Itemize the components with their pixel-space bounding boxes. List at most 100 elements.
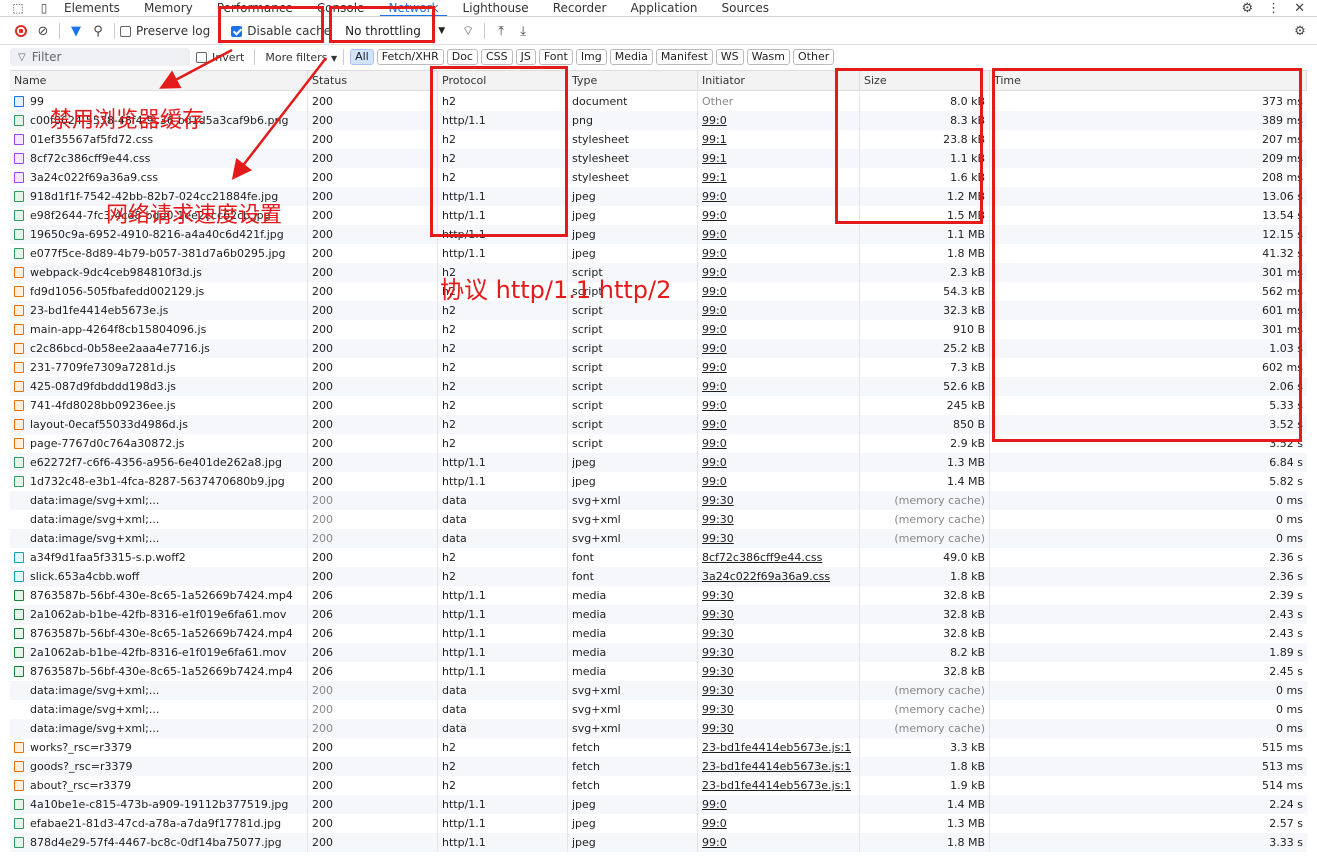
cell-initiator[interactable]: 99:0 (698, 833, 860, 852)
media-file-icon (14, 628, 24, 639)
filter-type-wasm[interactable]: Wasm (746, 49, 790, 65)
cell-initiator[interactable]: 99:30 (698, 662, 860, 681)
table-row[interactable]: data:image/svg+xml;... 200 data svg+xml 99:3… (10, 681, 1307, 700)
filter-type-other[interactable]: Other (793, 49, 835, 65)
cell-protocol-text: h2 (442, 551, 456, 564)
table-row[interactable]: 2a1062ab-b1be-42fb-8316-e1f019e6fa61.mov… (10, 605, 1307, 624)
filter-type-doc[interactable]: Doc (446, 49, 478, 65)
cell-initiator[interactable]: 99:0 (698, 472, 860, 491)
tab-memory[interactable]: Memory (132, 0, 205, 16)
cell-initiator[interactable]: 23-bd1fe4414eb5673e.js:1 (698, 738, 860, 757)
preserve-log-checkbox[interactable]: Preserve log (120, 24, 210, 38)
cell-initiator[interactable]: 99:0 (698, 814, 860, 833)
table-row[interactable]: data:image/svg+xml;... 200 data svg+xml 99:3… (10, 700, 1307, 719)
search-icon[interactable]: ⚲ (87, 20, 109, 42)
table-row[interactable]: 2a1062ab-b1be-42fb-8316-e1f019e6fa61.mov… (10, 643, 1307, 662)
import-har-icon[interactable]: ⤒ (490, 20, 512, 42)
cell-initiator[interactable]: 99:0 (698, 301, 860, 320)
filter-funnel-icon[interactable]: ▼ (65, 20, 87, 42)
more-filters-dropdown[interactable]: More filters ▼ (265, 51, 337, 64)
cell-initiator[interactable]: 99:0 (698, 225, 860, 244)
table-row[interactable]: 4a10be1e-c815-473b-a909-19112b377519.jpg… (10, 795, 1307, 814)
cell-initiator[interactable]: 99:30 (698, 529, 860, 548)
cell-initiator[interactable]: 23-bd1fe4414eb5673e.js:1 (698, 757, 860, 776)
tab-application[interactable]: Application (618, 0, 709, 16)
checkbox-box[interactable] (196, 51, 207, 63)
table-row[interactable]: data:image/svg+xml;... 200 data svg+xml 99:3… (10, 510, 1307, 529)
table-row[interactable]: a34f9d1faa5f3315-s.p.woff2 200 h2 font 8cf72… (10, 548, 1307, 567)
cell-initiator[interactable]: 99:0 (698, 453, 860, 472)
table-row[interactable]: 1d732c48-e3b1-4fca-8287-5637470680b9.jpg… (10, 472, 1307, 491)
cell-initiator[interactable]: 99:0 (698, 263, 860, 282)
cell-initiator[interactable]: 99:0 (698, 377, 860, 396)
cell-initiator[interactable]: 3a24c022f69a36a9.css (698, 567, 860, 586)
table-row[interactable]: slick.653a4cbb.woff 200 h2 font 3a24c022f69a… (10, 567, 1307, 586)
table-row[interactable]: 878d4e29-57f4-4467-bc8c-0df14ba75077.jpg… (10, 833, 1307, 852)
cell-initiator[interactable]: 99:30 (698, 605, 860, 624)
table-row[interactable]: efabae21-81d3-47cd-a78a-a7da9f17781d.jpg… (10, 814, 1307, 833)
table-row[interactable]: 8763587b-56bf-430e-8c65-1a52669b7424.mp4… (10, 624, 1307, 643)
tab-sources[interactable]: Sources (710, 0, 781, 16)
filter-type-css[interactable]: CSS (480, 49, 513, 65)
network-conditions-icon[interactable]: ⌔ (457, 20, 479, 42)
filter-type-media[interactable]: Media (609, 49, 653, 65)
invert-checkbox[interactable]: Invert (196, 51, 244, 64)
cell-initiator[interactable]: 23-bd1fe4414eb5673e.js:1 (698, 776, 860, 795)
cell-initiator[interactable]: 99:0 (698, 415, 860, 434)
cell-initiator[interactable]: 99:0 (698, 282, 860, 301)
cell-initiator[interactable]: 99:30 (698, 510, 860, 529)
table-row[interactable]: about?_rsc=r3379 200 h2 fetch 23-bd1fe4414eb… (10, 776, 1307, 795)
close-icon[interactable]: ✕ (1294, 1, 1305, 16)
inspect-element-icon[interactable]: ⬚ (10, 0, 26, 16)
column-header-name[interactable]: Name (10, 71, 308, 91)
network-settings-gear-icon[interactable]: ⚙ (1289, 20, 1311, 42)
cell-type-text: jpeg (572, 836, 596, 849)
cell-initiator[interactable]: 99:30 (698, 719, 860, 738)
filter-type-manifest[interactable]: Manifest (655, 49, 713, 65)
table-row[interactable]: e62272f7-c6f6-4356-a956-6e401de262a8.jpg… (10, 453, 1307, 472)
cell-initiator[interactable]: 99:0 (698, 358, 860, 377)
filter-type-fetchxhr[interactable]: Fetch/XHR (376, 49, 444, 65)
clear-icon[interactable]: ⊘ (32, 20, 54, 42)
cell-initiator[interactable]: 99:0 (698, 244, 860, 263)
table-row[interactable]: data:image/svg+xml;... 200 data svg+xml 99:3… (10, 529, 1307, 548)
cell-initiator[interactable]: 99:0 (698, 795, 860, 814)
tab-recorder[interactable]: Recorder (541, 0, 619, 16)
table-row[interactable]: works?_rsc=r3379 200 h2 fetch 23-bd1fe4414eb… (10, 738, 1307, 757)
cell-initiator[interactable]: 8cf72c386cff9e44.css (698, 548, 860, 567)
column-header-status[interactable]: Status (308, 71, 438, 91)
more-options-icon[interactable]: ⋮ (1267, 1, 1280, 16)
filter-input[interactable]: ▽ Filter (10, 48, 190, 66)
filter-type-img[interactable]: Img (575, 49, 607, 65)
tab-lighthouse[interactable]: Lighthouse (451, 0, 541, 16)
cell-initiator[interactable]: 99:0 (698, 434, 860, 453)
filter-type-font[interactable]: Font (538, 49, 573, 65)
cell-initiator[interactable]: 99:30 (698, 643, 860, 662)
table-row[interactable]: 8763587b-56bf-430e-8c65-1a52669b7424.mp4… (10, 662, 1307, 681)
cell-initiator[interactable]: 99:30 (698, 491, 860, 510)
cell-initiator[interactable]: 99:0 (698, 339, 860, 358)
cell-initiator[interactable]: 99:0 (698, 396, 860, 415)
table-row[interactable]: 8763587b-56bf-430e-8c65-1a52669b7424.mp4… (10, 586, 1307, 605)
checkbox-box[interactable] (120, 25, 131, 37)
cell-initiator[interactable]: 99:30 (698, 700, 860, 719)
column-header-type[interactable]: Type (568, 71, 698, 91)
cell-initiator[interactable]: 99:30 (698, 586, 860, 605)
filter-type-js[interactable]: JS (515, 49, 536, 65)
cell-type-text: fetch (572, 741, 600, 754)
record-icon[interactable] (10, 20, 32, 42)
tab-elements[interactable]: Elements (52, 0, 132, 16)
filter-type-all[interactable]: All (350, 49, 374, 65)
cell-type-text: jpeg (572, 456, 596, 469)
settings-gear-icon[interactable]: ⚙ (1241, 1, 1253, 16)
cell-initiator[interactable]: 99:30 (698, 681, 860, 700)
table-row[interactable]: data:image/svg+xml;... 200 data svg+xml 99:3… (10, 491, 1307, 510)
table-row[interactable]: goods?_rsc=r3379 200 h2 fetch 23-bd1fe4414eb… (10, 757, 1307, 776)
cell-name-text: a34f9d1faa5f3315-s.p.woff2 (30, 551, 186, 564)
device-toolbar-icon[interactable]: ▯ (36, 0, 52, 16)
filter-type-ws[interactable]: WS (715, 49, 744, 65)
export-har-icon[interactable]: ⤓ (512, 20, 534, 42)
cell-initiator[interactable]: 99:0 (698, 320, 860, 339)
table-row[interactable]: data:image/svg+xml;... 200 data svg+xml 99:3… (10, 719, 1307, 738)
cell-initiator[interactable]: 99:30 (698, 624, 860, 643)
